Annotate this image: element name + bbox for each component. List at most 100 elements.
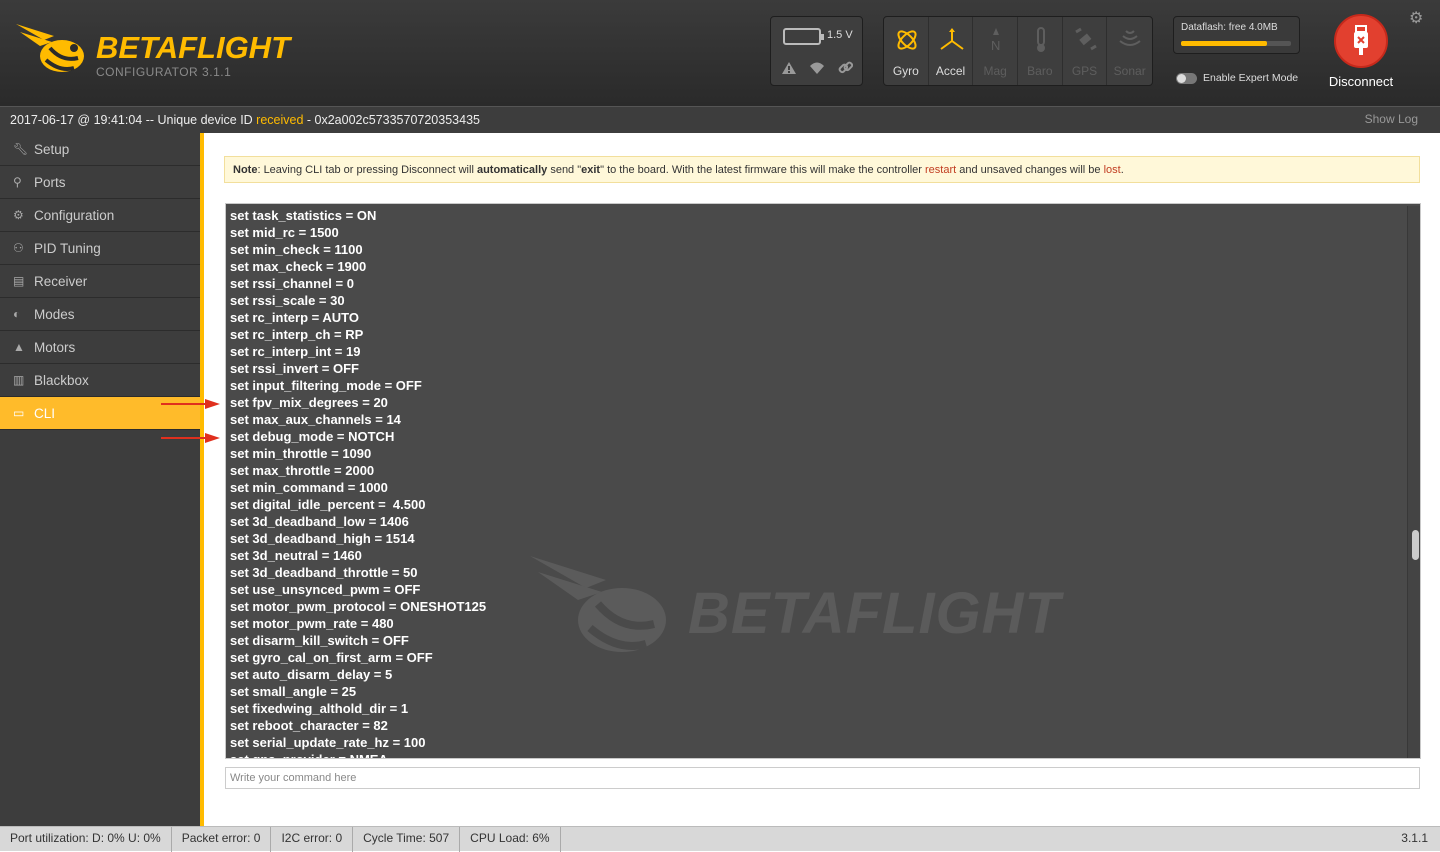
- gps-icon: [1074, 27, 1097, 51]
- sensor-label: Baro: [1027, 64, 1053, 78]
- tree-icon: ⚇: [13, 241, 24, 255]
- log-message: 2017-06-17 @ 19:41:04 -- Unique device I…: [10, 113, 480, 127]
- dataflash-text: Dataflash: free 4.0MB: [1181, 22, 1278, 33]
- cli-line: set serial_update_rate_hz = 100: [230, 735, 426, 750]
- sonar-icon: [1119, 30, 1141, 46]
- sensor-sonar: Sonar: [1107, 17, 1152, 85]
- accel-icon: [940, 28, 964, 50]
- note-text: lost: [1103, 164, 1121, 176]
- content-accent-bar: [200, 133, 204, 826]
- link-icon: [838, 61, 853, 74]
- betaflight-logo-icon: [16, 24, 84, 72]
- red-arrow-icon: [161, 399, 220, 409]
- dataflash-panel: Dataflash: free 4.0MB: [1173, 16, 1300, 54]
- cli-line: set digital_idle_percent = 4.500: [230, 497, 426, 512]
- cli-line: set fpv_mix_degrees = 20: [230, 395, 388, 410]
- sensor-label: Gyro: [892, 64, 919, 78]
- cli-line: set task_statistics = ON: [230, 208, 377, 223]
- cli-line: set rssi_invert = OFF: [230, 361, 359, 376]
- sidebar-item-label: Configuration: [34, 207, 115, 223]
- note-text: send ": [547, 164, 582, 176]
- note-text: .: [1120, 164, 1124, 176]
- sidebar-item-label: Blackbox: [34, 372, 89, 388]
- sensor-label: Accel: [935, 64, 966, 78]
- cli-line: set auto_disarm_delay = 5: [230, 667, 393, 682]
- sensor-baro: Baro: [1018, 17, 1063, 85]
- mag-icon: N: [991, 28, 1001, 53]
- cli-line: set use_unsynced_pwm = OFF: [230, 582, 421, 597]
- sensor-status-panel: Gyro Accel N Mag Baro GPS Sonar: [883, 16, 1153, 86]
- command-input[interactable]: Write your command here: [225, 767, 1420, 789]
- cli-line: set 3d_deadband_throttle = 50: [230, 565, 418, 580]
- settings-gear-icon[interactable]: ⚙: [1409, 8, 1423, 28]
- cli-output[interactable]: BETAFLIGHT set task_statistics = ON set m…: [225, 203, 1421, 759]
- cycle-time: Cycle Time: 507: [353, 827, 461, 852]
- sidebar-item-pid-tuning[interactable]: ⚇ PID Tuning: [0, 232, 200, 265]
- wrench-icon: 🔧︎: [13, 142, 29, 156]
- sidebar-item-motors[interactable]: ▲ Motors: [0, 331, 200, 364]
- sidebar-item-label: Receiver: [34, 273, 88, 289]
- sensor-mag: N Mag: [973, 17, 1019, 85]
- disconnect-button[interactable]: [1334, 14, 1388, 68]
- cli-line: set disarm_kill_switch = OFF: [230, 633, 409, 648]
- cli-line: set motor_pwm_protocol = ONESHOT125: [230, 599, 487, 614]
- motor-icon: ▲: [13, 340, 25, 354]
- note-text: exit: [581, 164, 601, 176]
- note-text: restart: [924, 164, 957, 176]
- sensor-label: Sonar: [1113, 64, 1146, 78]
- sidebar-item-setup[interactable]: 🔧︎ Setup: [0, 133, 200, 166]
- header: BETAFLIGHT CONFIGURATOR 3.1.1 1.5 V Gyro…: [0, 0, 1440, 106]
- cli-line: set min_throttle = 1090: [230, 446, 372, 461]
- cli-line: set 3d_neutral = 1460: [230, 548, 362, 563]
- cli-line: set min_command = 1000: [230, 480, 388, 495]
- sidebar-item-label: Motors: [34, 339, 76, 355]
- log-received: received: [256, 113, 304, 127]
- baro-icon: [1037, 27, 1046, 52]
- version: 3.1.1: [1401, 831, 1428, 845]
- cli-line: set debug_mode = NOTCH: [230, 429, 395, 444]
- sensor-gps: GPS: [1063, 17, 1108, 85]
- cli-scrollbar[interactable]: [1407, 206, 1420, 758]
- cli-line: set fixedwing_althold_dir = 1: [230, 701, 409, 716]
- note-text: " to the board. With the latest firmware…: [600, 164, 925, 176]
- cli-line: set rssi_scale = 30: [230, 293, 345, 308]
- disconnect-label[interactable]: Disconnect: [1300, 74, 1422, 89]
- dataflash-bar: [1181, 41, 1291, 46]
- sidebar-item-ports[interactable]: ⚲ Ports: [0, 166, 200, 199]
- failsafe-icon: [810, 62, 824, 74]
- sidebar-item-label: Ports: [34, 174, 66, 190]
- cli-line: set input_filtering_mode = OFF: [230, 378, 422, 393]
- sidebar-item-configuration[interactable]: ⚙ Configuration: [0, 199, 200, 232]
- battery-icon: [783, 28, 824, 45]
- cli-lines: set task_statistics = ON set mid_rc = 150…: [230, 207, 1400, 758]
- cli-line: set max_check = 1900: [230, 259, 367, 274]
- sidebar-item-label: Setup: [34, 141, 70, 157]
- sidebar-item-modes[interactable]: ◐ Modes: [0, 298, 200, 331]
- gyro-icon: [897, 30, 917, 50]
- toggle-switch[interactable]: [1176, 72, 1197, 84]
- sidebar-item-receiver[interactable]: ▤ Receiver: [0, 265, 200, 298]
- show-log-link[interactable]: Show Log: [1365, 112, 1418, 126]
- warning-icon: [782, 62, 796, 74]
- cli-line: set gps_provider = NMEA: [230, 751, 1400, 758]
- cli-line: set rc_interp_int = 19: [230, 344, 361, 359]
- sidebar-item-blackbox[interactable]: ▥ Blackbox: [0, 364, 200, 397]
- cli-line: set 3d_deadband_low = 1406: [230, 514, 409, 529]
- scrollbar-thumb[interactable]: [1412, 530, 1419, 560]
- expert-mode-toggle[interactable]: Enable Expert Mode: [1176, 72, 1298, 84]
- plug-icon: ⚲: [13, 175, 22, 189]
- cli-line: set rc_interp_ch = RP: [230, 327, 364, 342]
- cli-line: set small_angle = 25: [230, 684, 357, 699]
- battery-voltage: 1.5 V: [827, 29, 853, 41]
- cli-line: set rssi_channel = 0: [230, 276, 354, 291]
- note-label: Note: [233, 164, 258, 176]
- sidebar-item-label: PID Tuning: [34, 240, 101, 256]
- cli-line: set max_throttle = 2000: [230, 463, 375, 478]
- port-utilization: Port utilization: D: 0% U: 0%: [0, 827, 172, 852]
- cli-line: set motor_pwm_rate = 480: [230, 616, 394, 631]
- svg-text:N: N: [991, 38, 1000, 53]
- battery-panel: 1.5 V: [770, 16, 863, 86]
- toggle-icon: ◐: [13, 307, 21, 321]
- sidebar: 🔧︎ Setup ⚲ Ports ⚙ Configuration ⚇ PID Tunin…: [0, 133, 200, 826]
- log-suffix: - 0x2a002c5733570720353435: [303, 113, 480, 127]
